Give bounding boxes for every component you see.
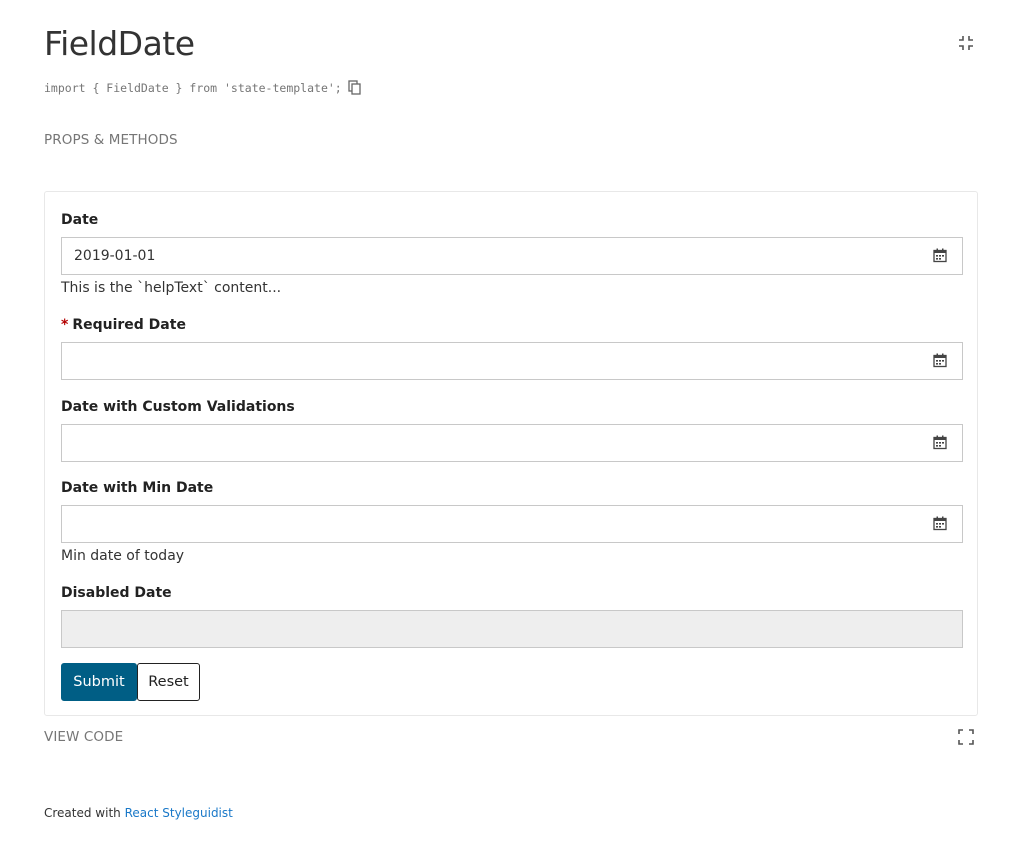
collapse-icon[interactable] <box>957 34 975 52</box>
copy-icon[interactable] <box>348 80 362 96</box>
field-label-text: Required Date <box>72 317 186 333</box>
field-label-text: Disabled Date <box>61 585 172 601</box>
field-label-text: Date with Min Date <box>61 480 214 496</box>
disabled-date-input <box>62 611 902 647</box>
calendar-icon[interactable] <box>933 353 947 368</box>
example-preview: Date Th <box>44 191 978 716</box>
view-code-link[interactable]: VIEW CODE <box>44 729 123 745</box>
custom-validations-date-input[interactable] <box>62 425 902 461</box>
footer: Created with React Styleguidist <box>44 806 233 820</box>
min-date-input[interactable] <box>62 506 902 542</box>
date-input-wrapper <box>61 342 963 380</box>
date-input-wrapper <box>61 237 963 275</box>
form-actions: Submit Reset <box>61 663 200 701</box>
required-marker: * <box>61 317 69 333</box>
date-input-wrapper <box>61 424 963 462</box>
field-label: Date with Custom Validations <box>61 398 963 416</box>
field-label-text: Date with Custom Validations <box>61 399 295 415</box>
field-date: Date Th <box>61 211 963 297</box>
field-disabled-date: Disabled Date <box>61 584 963 648</box>
reset-button[interactable]: Reset <box>137 663 200 701</box>
import-statement: import { FieldDate } from 'state-templat… <box>44 79 362 97</box>
field-label-text: Date <box>61 212 99 228</box>
field-custom-validations-date: Date with Custom Validations <box>61 398 963 462</box>
field-required-date: * Required Date <box>61 316 963 380</box>
help-text: Min date of today <box>61 548 185 564</box>
field-label: * Required Date <box>61 316 963 334</box>
date-input-wrapper <box>61 610 963 648</box>
import-code: import { FieldDate } from 'state-templat… <box>44 81 342 95</box>
field-min-date: Date with Min Date Min date of today <box>61 479 963 565</box>
submit-button[interactable]: Submit <box>61 663 137 701</box>
date-input-wrapper <box>61 505 963 543</box>
page-title: FieldDate <box>44 24 195 63</box>
expand-icon[interactable] <box>957 728 975 746</box>
field-label: Date <box>61 211 963 229</box>
field-label: Disabled Date <box>61 584 963 602</box>
calendar-icon[interactable] <box>933 516 947 531</box>
field-label: Date with Min Date <box>61 479 963 497</box>
date-input[interactable] <box>62 238 902 274</box>
props-methods-link[interactable]: PROPS & METHODS <box>44 132 178 148</box>
help-text: This is the `helpText` content... <box>61 280 282 296</box>
footer-prefix: Created with <box>44 806 121 820</box>
calendar-icon[interactable] <box>933 435 947 450</box>
required-date-input[interactable] <box>62 343 902 379</box>
calendar-icon[interactable] <box>933 248 947 263</box>
styleguidist-link[interactable]: React Styleguidist <box>125 806 233 820</box>
